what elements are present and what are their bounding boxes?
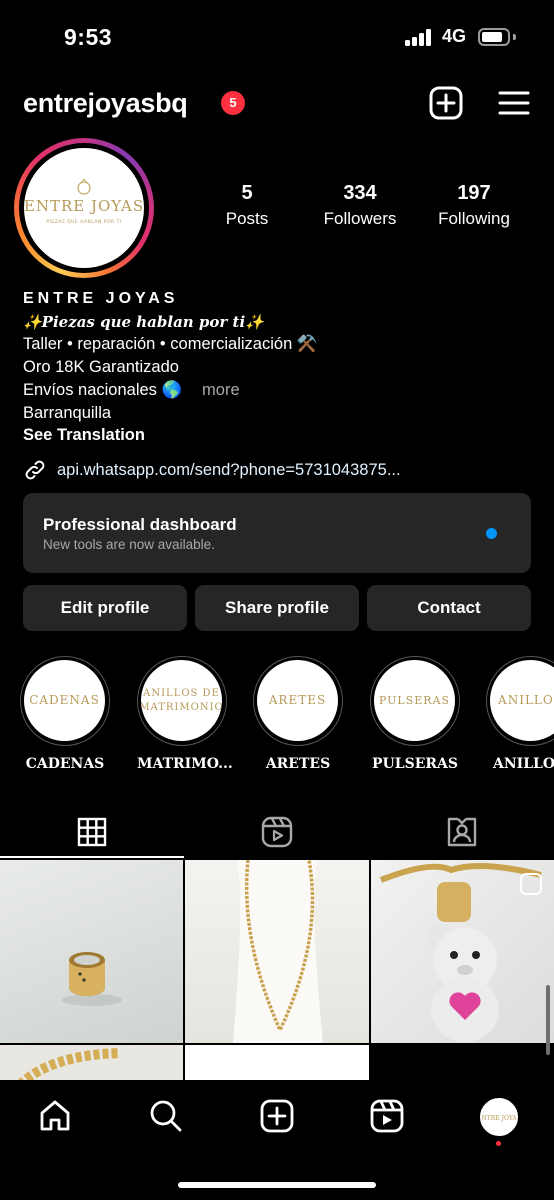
- active-tab-indicator: [0, 856, 184, 858]
- menu-icon[interactable]: [497, 86, 531, 120]
- post-thumbnail-bracelet[interactable]: [0, 1045, 183, 1085]
- profile-username[interactable]: entrejoyasbq: [23, 88, 188, 119]
- dashboard-subtitle: New tools are now available.: [43, 537, 215, 552]
- share-profile-button[interactable]: Share profile: [195, 585, 359, 631]
- following-count: 197: [457, 182, 491, 204]
- posts-count: 5: [241, 182, 253, 204]
- profile-avatar[interactable]: ENTRE JOYAS PIEZAS QUE HABLAN POR TI: [24, 148, 144, 268]
- home-icon[interactable]: [37, 1098, 73, 1134]
- post-thumbnail-chain[interactable]: [185, 860, 369, 1043]
- highlight-label: CADENAS: [25, 756, 105, 772]
- create-post-icon[interactable]: [429, 86, 463, 120]
- post-thumbnail-bear-pendant[interactable]: [371, 860, 554, 1043]
- tagged-icon: [447, 817, 477, 847]
- highlight-label: ANILLO: [493, 756, 554, 772]
- stat-posts[interactable]: 5 Posts: [192, 182, 302, 229]
- highlight-aretes[interactable]: ARETES ARETES: [253, 656, 343, 772]
- highlight-matrimonio[interactable]: ANILLOS DE MATRIMONIO MATRIMO...: [137, 656, 233, 772]
- bio-link[interactable]: api.whatsapp.com/send?phone=5731043875..…: [23, 457, 401, 483]
- contact-button[interactable]: Contact: [367, 585, 531, 631]
- notification-badge[interactable]: 5: [221, 91, 245, 115]
- bio: ENTRE JOYAS ✨𝑷𝒊𝒆𝒛𝒂𝒔 𝒒𝒖𝒆 𝒉𝒂𝒃𝒍𝒂𝒏 𝒑𝒐𝒓 𝒕𝒊✨ T…: [23, 288, 533, 447]
- highlight-cover: ANILLOS: [490, 660, 554, 741]
- bio-tagline: ✨𝑷𝒊𝒆𝒛𝒂𝒔 𝒒𝒖𝒆 𝒉𝒂𝒃𝒍𝒂𝒏 𝒑𝒐𝒓 𝒕𝒊✨: [23, 312, 264, 331]
- battery-tip: [513, 34, 516, 40]
- edit-profile-button[interactable]: Edit profile: [23, 585, 187, 631]
- home-indicator[interactable]: [178, 1182, 376, 1188]
- more-link[interactable]: more: [202, 381, 240, 399]
- post-thumbnail-ring[interactable]: [0, 860, 183, 1043]
- stat-following[interactable]: 197 Following: [419, 182, 529, 229]
- story-ring[interactable]: ENTRE JOYAS PIEZAS QUE HABLAN POR TI: [14, 138, 154, 278]
- highlight-cover: ANILLOS DE MATRIMONIO: [141, 660, 222, 741]
- see-translation-link[interactable]: See Translation: [23, 424, 533, 447]
- highlight-cover: ARETES: [257, 660, 338, 741]
- bio-link-text[interactable]: api.whatsapp.com/send?phone=5731043875..…: [57, 461, 401, 480]
- bio-line-1: Taller • reparación • comercialización ⚒…: [23, 335, 318, 354]
- reels-icon: [261, 816, 293, 848]
- stat-followers[interactable]: 334 Followers: [305, 182, 415, 229]
- profile-notification-dot: [496, 1141, 501, 1146]
- profile-avatar-nav-icon[interactable]: ENTRE JOYAS: [477, 1098, 521, 1136]
- highlight-cadenas[interactable]: CADENAS CADENAS: [20, 656, 110, 772]
- highlight-label: MATRIMO...: [137, 756, 233, 772]
- bio-location: Barranquilla: [23, 403, 112, 422]
- highlight-cover: PULSERAS: [374, 660, 455, 741]
- tab-grid[interactable]: [0, 808, 184, 856]
- professional-dashboard[interactable]: Professional dashboard New tools are now…: [23, 493, 531, 573]
- highlight-pulseras[interactable]: PULSERAS PULSERAS: [370, 656, 460, 772]
- scrollbar[interactable]: [546, 985, 550, 1055]
- status-bar: 9:53 4G: [0, 0, 554, 76]
- highlight-label: PULSERAS: [372, 756, 458, 772]
- dashboard-dot-indicator: [486, 528, 497, 539]
- signal-icon: [405, 29, 433, 46]
- bio-line-2: Oro 18K Garantizado: [23, 358, 179, 377]
- tab-reels[interactable]: [185, 808, 369, 856]
- post-thumbnail-white[interactable]: [185, 1045, 369, 1085]
- network-type: 4G: [442, 26, 467, 46]
- search-icon[interactable]: [148, 1098, 184, 1134]
- tab-tagged[interactable]: [370, 808, 554, 856]
- following-label: Following: [438, 209, 510, 228]
- highlight-cover: CADENAS: [24, 660, 105, 741]
- followers-label: Followers: [323, 209, 397, 228]
- grid-icon: [77, 817, 107, 847]
- avatar-logo-text: ENTRE JOYAS: [24, 197, 144, 215]
- reels-nav-icon[interactable]: [369, 1098, 405, 1134]
- avatar-logo-tagline: PIEZAS QUE HABLAN POR TI: [46, 219, 121, 225]
- create-icon[interactable]: [259, 1098, 295, 1134]
- followers-count: 334: [343, 182, 377, 204]
- bio-name: ENTRE JOYAS: [23, 290, 179, 307]
- bio-line-3: Envíos nacionales 🌎: [23, 380, 183, 399]
- posts-label: Posts: [225, 209, 269, 228]
- highlight-label: ARETES: [265, 756, 331, 772]
- dashboard-title: Professional dashboard: [43, 515, 237, 534]
- link-icon: [25, 460, 45, 480]
- battery-icon: [478, 28, 510, 46]
- highlight-anillos[interactable]: ANILLOS ANILLO: [486, 656, 554, 772]
- status-time: 9:53: [64, 24, 113, 50]
- bio-line-3-wrap: Envíos nacionales 🌎 more: [23, 379, 533, 402]
- svg-text:ENTRE JOYAS: ENTRE JOYAS: [482, 1115, 516, 1122]
